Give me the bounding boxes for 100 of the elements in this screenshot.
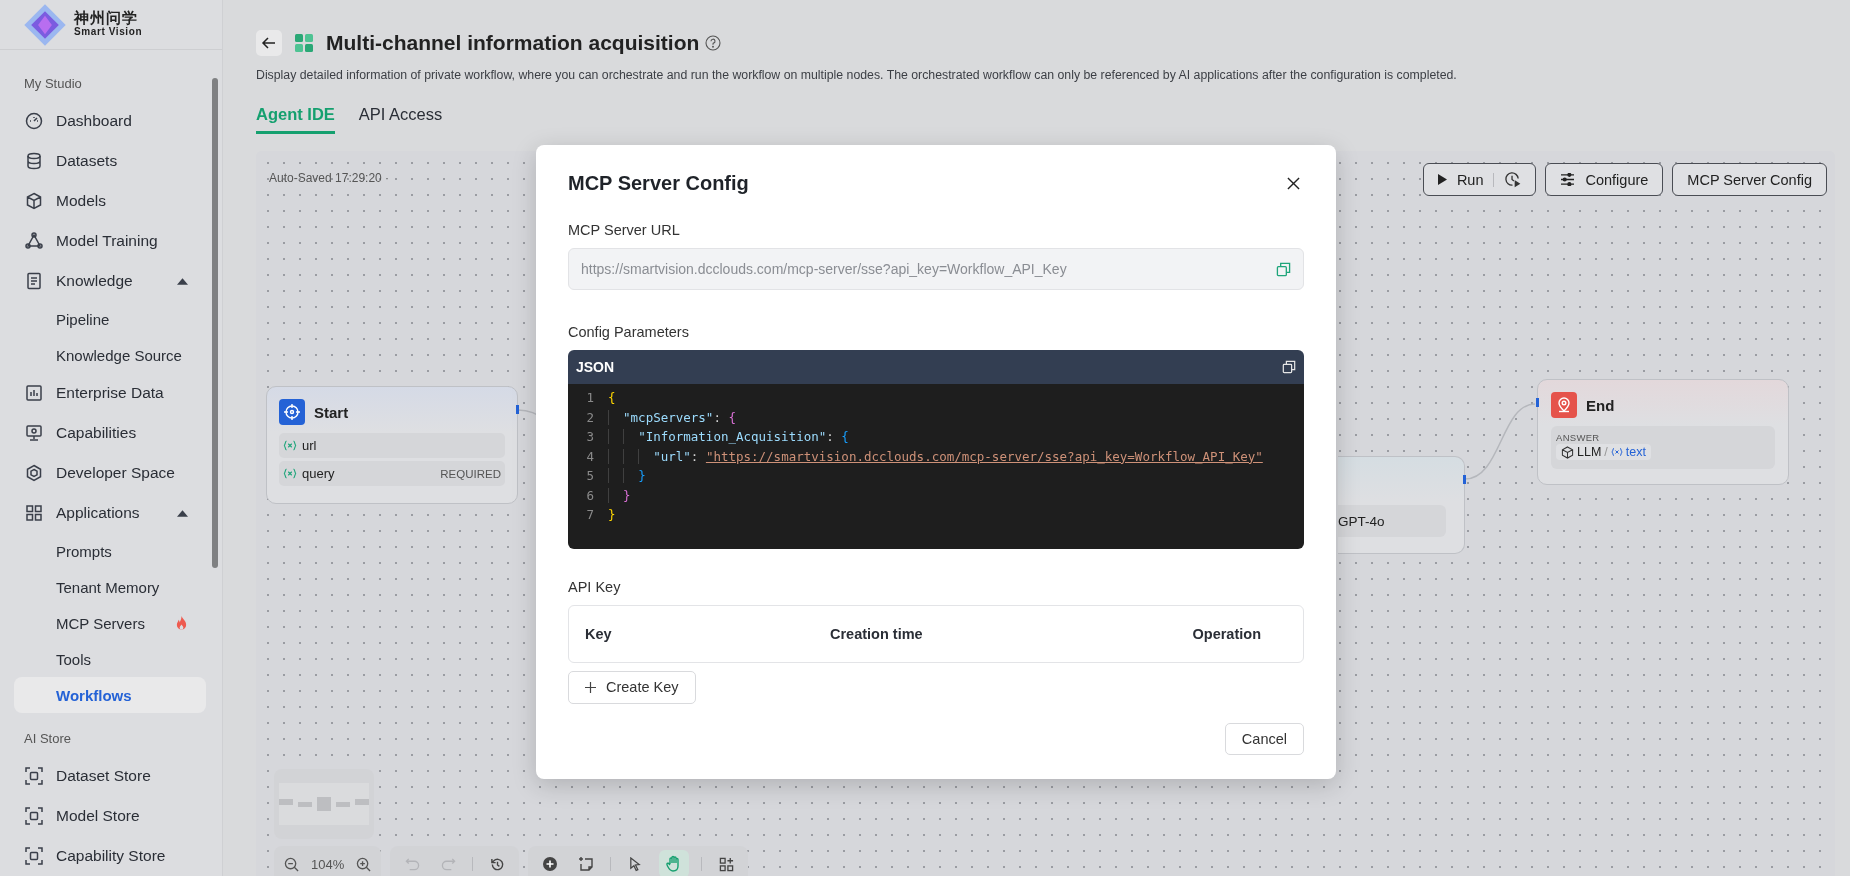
- line-number: 6: [585, 487, 595, 503]
- sidebar-item[interactable]: Enterprise Data: [14, 373, 206, 413]
- sidebar-item[interactable]: Model Store: [14, 796, 206, 836]
- variable-row: query REQUIRED: [279, 461, 505, 486]
- brand-name: 神州问学: [74, 11, 138, 28]
- monitor-icon: [24, 423, 44, 443]
- sidebar-item[interactable]: Applications: [14, 493, 206, 533]
- redo-icon: [440, 856, 456, 872]
- gauge-icon: [24, 111, 44, 131]
- tab[interactable]: API Access: [358, 105, 443, 134]
- chart-icon: [24, 383, 44, 403]
- column-header: Key: [585, 625, 613, 642]
- line-number: 3: [585, 429, 595, 445]
- column-header: Creation time: [830, 625, 924, 642]
- required-tag: REQUIRED: [440, 467, 501, 480]
- variable-icon: [1610, 447, 1623, 457]
- cube-icon: [24, 191, 44, 211]
- back-button[interactable]: [256, 30, 282, 56]
- sidebar-subitem[interactable]: Prompts: [14, 533, 206, 569]
- sidebar-subitem[interactable]: Workflows: [14, 677, 206, 713]
- field-value: https://smartvision.dcclouds.com/mcp-server/sse?api_key=Workflow_API_Key: [581, 261, 1068, 277]
- location-pin-icon: [1551, 392, 1577, 418]
- run-button[interactable]: Run: [1422, 163, 1537, 196]
- create-key-button[interactable]: Create Key: [568, 670, 696, 704]
- node-title: End: [1586, 396, 1615, 414]
- database-icon: [24, 151, 44, 171]
- nodes-icon: [24, 231, 44, 251]
- add-widget-icon: [718, 856, 734, 872]
- back-arrow-icon: [261, 35, 277, 51]
- code-line: "Information_Acquisition": {: [608, 429, 849, 445]
- autosave-status: Auto-Saved 17:29:20 ·: [269, 171, 390, 185]
- zoom-out-icon[interactable]: [284, 856, 299, 872]
- line-number: 5: [585, 468, 595, 484]
- dialog-title: MCP Server Config: [568, 172, 749, 195]
- column-header: Operation: [1192, 625, 1261, 642]
- pointer-icon: [627, 856, 643, 872]
- section-title: AI Store: [23, 730, 72, 748]
- sidebar-item[interactable]: Capability Store: [14, 836, 206, 876]
- code-line: }: [608, 487, 631, 503]
- zoom-level: 104%: [311, 856, 345, 872]
- page-title: Multi-channel information acquisition: [326, 31, 700, 55]
- node-title: Start: [314, 403, 349, 421]
- sidebar-subitem[interactable]: Pipeline: [14, 301, 206, 337]
- port-handle[interactable]: [1536, 398, 1539, 407]
- code-line: "url": "https://smartvision.dcclouds.com/mcp-server/sse?api_key=Workflow_API_Key": [608, 448, 1263, 464]
- cube-icon: [1561, 445, 1574, 459]
- code-language: JSON: [576, 359, 615, 375]
- page-description: Display detailed information of private workflow, where you can orchestrate and run the workflow on multiple nodes. The orchestrated workflow can only be referenced by AI applications after the configuration is completed.: [256, 68, 1458, 82]
- sidebar-item[interactable]: Model Training: [14, 221, 206, 261]
- llm-node[interactable]: GPT-4o: [1338, 456, 1465, 554]
- sidebar-subitem[interactable]: Knowledge Source: [14, 337, 206, 373]
- variable-icon: [283, 468, 297, 479]
- note-icon: [578, 856, 595, 872]
- port-handle[interactable]: [1463, 475, 1466, 484]
- cancel-button[interactable]: Cancel: [1224, 723, 1304, 755]
- line-number: 4: [585, 448, 595, 464]
- sidebar-subitem[interactable]: Tools: [14, 641, 206, 677]
- grid-icon: [24, 503, 44, 523]
- sliders-icon: [1560, 173, 1576, 186]
- start-node[interactable]: Start url query REQUIRED: [266, 386, 518, 504]
- copy-icon[interactable]: [1282, 360, 1296, 374]
- sidebar-item[interactable]: Dataset Store: [14, 756, 206, 796]
- field-label: Config Parameters: [568, 324, 690, 340]
- workflow-icon: [294, 33, 314, 53]
- variable-row: url: [279, 433, 505, 458]
- crosshair-icon: [279, 399, 305, 425]
- variable-icon: [283, 440, 297, 451]
- plus-icon: [585, 681, 596, 693]
- configure-button[interactable]: Configure: [1545, 163, 1664, 196]
- code-line: {: [608, 390, 616, 406]
- line-number: 1: [585, 390, 595, 406]
- code-line: }: [608, 507, 616, 523]
- port-handle[interactable]: [516, 405, 519, 414]
- model-name: GPT-4o: [1338, 513, 1385, 529]
- doc-icon: [24, 271, 44, 291]
- sidebar-item[interactable]: Datasets: [14, 141, 206, 181]
- sidebar-item[interactable]: Knowledge: [14, 261, 206, 301]
- sidebar-item[interactable]: Capabilities: [14, 413, 206, 453]
- zoom-in-icon[interactable]: [356, 856, 372, 872]
- toolbar-button[interactable]: MCP Server Config: [1672, 163, 1827, 196]
- end-node[interactable]: End ANSWER LLM / text: [1537, 379, 1789, 485]
- sidebar-subitem[interactable]: Tenant Memory: [14, 569, 206, 605]
- hex-icon: [24, 463, 44, 483]
- sidebar-item[interactable]: Dashboard: [14, 101, 206, 141]
- sidebar-item[interactable]: Developer Space: [14, 453, 206, 493]
- code-line: }: [608, 468, 646, 484]
- help-icon[interactable]: [705, 35, 722, 51]
- close-icon: [1287, 177, 1300, 190]
- clock-icon[interactable]: [1504, 171, 1522, 188]
- section-title: My Studio: [23, 75, 83, 93]
- answer-label: ANSWER: [1556, 432, 1601, 443]
- line-number: 7: [585, 507, 595, 523]
- undo-icon: [404, 856, 420, 872]
- plus-circle-icon: [542, 856, 559, 872]
- play-icon: [1437, 174, 1447, 185]
- field-label: API Key: [568, 578, 622, 595]
- history-icon: [489, 856, 505, 872]
- sidebar-item[interactable]: Models: [14, 181, 206, 221]
- code-line: "mcpServers": {: [608, 409, 736, 425]
- sidebar-subitem[interactable]: MCP Servers: [14, 605, 206, 641]
